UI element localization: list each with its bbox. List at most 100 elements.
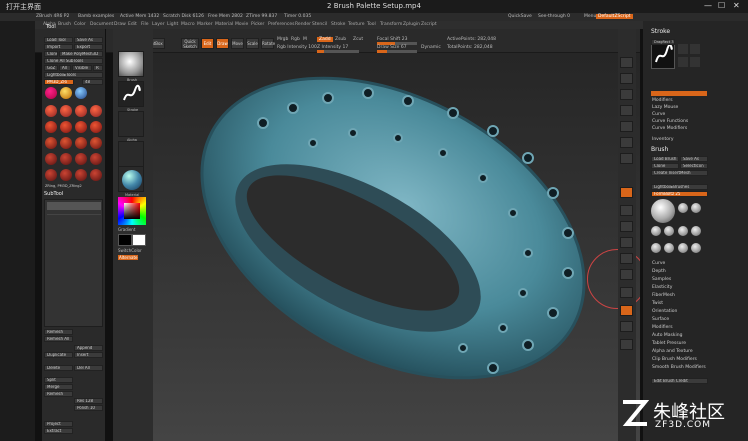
quicksave-button[interactable]: QuickSave: [508, 14, 532, 19]
alpha-swatch[interactable]: [118, 111, 144, 137]
brush-thumb-7[interactable]: [651, 243, 661, 253]
menu-picker[interactable]: Picker: [251, 22, 264, 27]
brush-orientation-item[interactable]: Orientation: [652, 309, 677, 314]
edit-brush-credit-button[interactable]: Edit Brush Credit: [651, 378, 708, 384]
load-tool-button[interactable]: Load Tool: [44, 37, 73, 43]
menu-stencil[interactable]: Stencil: [312, 22, 327, 27]
polyf-button[interactable]: [620, 287, 633, 298]
secondary-color-swatch[interactable]: [132, 234, 146, 246]
tool-thumb-12[interactable]: [90, 137, 102, 149]
smooth-brush-modifiers-item[interactable]: Smooth Brush Modifiers: [652, 365, 706, 370]
gradient-toggle[interactable]: Gradient: [118, 227, 135, 232]
project-button[interactable]: Project: [44, 421, 73, 427]
stroke-dragrect-button[interactable]: [678, 57, 688, 67]
inventory-item[interactable]: Inventory: [652, 137, 674, 142]
delete-button[interactable]: Delete: [44, 365, 73, 371]
tool-thumb-17[interactable]: [45, 169, 57, 181]
tool-thumb-ring[interactable]: [45, 87, 57, 99]
zcut-toggle[interactable]: Zcut: [353, 37, 363, 42]
merge-button[interactable]: Merge: [44, 384, 73, 390]
quick-sketch-button[interactable]: Quick Sketch: [181, 38, 199, 49]
material-swatch[interactable]: [118, 166, 144, 192]
insert-button[interactable]: Insert: [74, 352, 103, 358]
menu-draw[interactable]: Draw: [114, 22, 126, 27]
zadd-toggle[interactable]: Zadd: [317, 37, 333, 42]
default-zscript-button[interactable]: DefaultZScript: [596, 14, 633, 19]
append-button[interactable]: Append: [74, 345, 103, 351]
brush-samples-item[interactable]: Samples: [652, 277, 671, 282]
scale-mode-button[interactable]: Scale: [246, 38, 259, 49]
tool-thumb-10[interactable]: [60, 137, 72, 149]
brush-tablet-pressure-item[interactable]: Tablet Pressure: [652, 341, 686, 346]
bpr-button[interactable]: [620, 57, 633, 68]
actual-button[interactable]: [620, 105, 633, 116]
lightbox-tools-button[interactable]: Lightbox▸Tools: [44, 72, 103, 78]
rgb-toggle[interactable]: Rgb: [291, 37, 300, 42]
menu-material[interactable]: Material: [215, 22, 233, 27]
edit-mode-button[interactable]: Edit: [201, 38, 214, 49]
menu-light[interactable]: Light: [167, 22, 178, 27]
menu-tool[interactable]: Tool: [367, 22, 376, 27]
menu-movie[interactable]: Movie: [235, 22, 248, 27]
color-picker[interactable]: [118, 197, 146, 225]
current-brush-name[interactable]: FormBoltz 25: [651, 191, 708, 197]
brush-auto-masking-item[interactable]: Auto Masking: [652, 333, 682, 338]
menu-transform[interactable]: Transform: [380, 22, 402, 27]
brush-thumb-9[interactable]: [678, 243, 688, 253]
lightbox-brushes-button[interactable]: Lightbox▸Brushes: [651, 184, 708, 190]
maximize-button[interactable]: ☐: [718, 1, 725, 10]
lazy-mouse-item[interactable]: Lazy Mouse: [652, 105, 678, 110]
create-insertmesh-button[interactable]: Create InsertMesh: [651, 170, 708, 176]
brush-thumb-5[interactable]: [678, 226, 688, 236]
alternate-button[interactable]: Alternate: [118, 255, 139, 260]
brush-thumb-6[interactable]: [691, 226, 701, 236]
m-toggle[interactable]: M: [303, 37, 307, 42]
rotate-mode-button[interactable]: Rotate: [261, 38, 275, 49]
tool-thumb-1[interactable]: [45, 105, 57, 117]
menu-preferences[interactable]: Preferences: [268, 22, 294, 27]
menu-brush[interactable]: Brush: [58, 22, 71, 27]
menu-texture[interactable]: Texture: [348, 22, 364, 27]
brush-swatch[interactable]: [118, 51, 144, 77]
tool-thumb-7[interactable]: [75, 121, 87, 133]
select-icon-button[interactable]: SelectIcon: [680, 163, 708, 169]
brush-thumb-10[interactable]: [691, 243, 701, 253]
brush-thumb-2[interactable]: [691, 203, 701, 213]
menu-stroke[interactable]: Stroke: [331, 22, 345, 27]
brush-curve-item[interactable]: Curve: [652, 261, 665, 266]
canvas-viewport[interactable]: [153, 53, 640, 441]
brush-depth-item[interactable]: Depth: [652, 269, 666, 274]
minimize-button[interactable]: —: [704, 1, 712, 10]
rgb-intensity-slider[interactable]: Rgb Intensity 100: [277, 45, 317, 50]
brush-thumb-8[interactable]: [664, 243, 674, 253]
close-button[interactable]: ✕: [733, 1, 740, 10]
goz-button[interactable]: GoZ: [44, 65, 58, 71]
brush-modifiers-item[interactable]: Modifiers: [652, 325, 673, 330]
all-low-button[interactable]: Remesh All: [44, 336, 73, 342]
subtool-list[interactable]: [44, 199, 103, 327]
tool-thumb-16[interactable]: [90, 153, 102, 165]
tool-thumb-4[interactable]: [90, 105, 102, 117]
menu-file[interactable]: File: [141, 22, 149, 27]
curve-modifiers-item[interactable]: Curve Modifiers: [652, 126, 687, 131]
see-through-slider[interactable]: See-through 0: [538, 14, 570, 19]
menu-macro[interactable]: Macro: [181, 22, 195, 27]
frame-button[interactable]: [620, 221, 633, 232]
xpose-button[interactable]: [620, 339, 633, 350]
save-tool-as-button[interactable]: Save As: [74, 37, 103, 43]
stroke-freehand-button[interactable]: [690, 44, 700, 54]
brush-preview-sphere[interactable]: [651, 199, 675, 223]
brush-surface-item[interactable]: Surface: [652, 317, 669, 322]
local-button[interactable]: [620, 187, 633, 198]
texture-swatch[interactable]: [118, 141, 144, 167]
tool-thumb-15[interactable]: [75, 153, 87, 165]
load-brush-button[interactable]: Load Brush: [651, 156, 679, 162]
tool-thumb-9[interactable]: [45, 137, 57, 149]
tool-thumb-star[interactable]: [60, 87, 72, 99]
tool-thumb-19[interactable]: [75, 169, 87, 181]
xyz-button[interactable]: [620, 205, 633, 216]
dynamic-toggle[interactable]: Dynamic: [421, 45, 441, 50]
clone-button[interactable]: Clone: [44, 51, 58, 57]
move-mode-button[interactable]: Move: [231, 38, 244, 49]
menu-edit[interactable]: Edit: [128, 22, 137, 27]
